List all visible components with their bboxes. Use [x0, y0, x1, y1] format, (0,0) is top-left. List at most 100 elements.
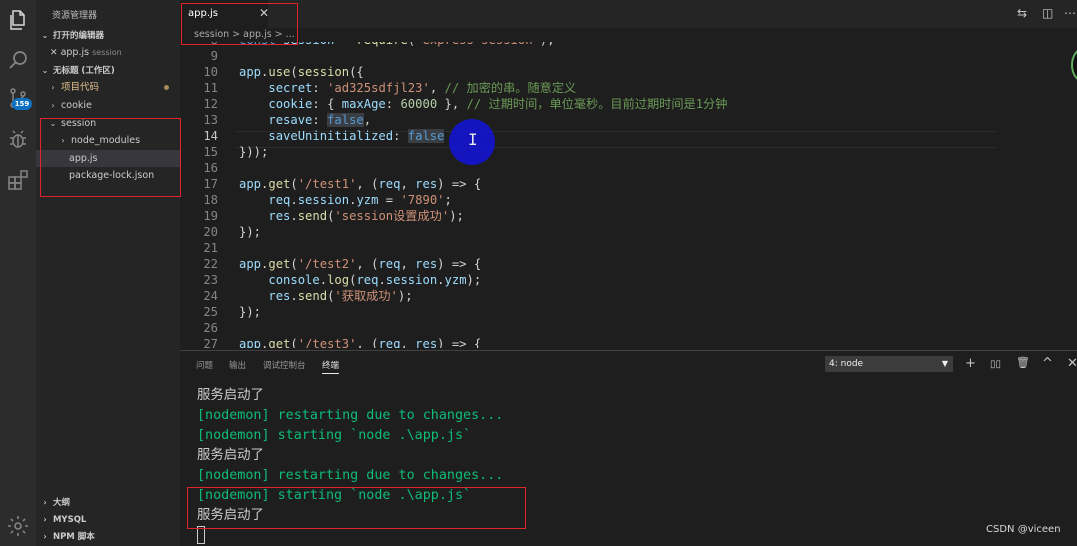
code-line[interactable]: 22 app.get('/test2', (req, res) => {	[180, 256, 1077, 272]
modified-indicator	[164, 85, 169, 90]
terminal-line: [nodemon] restarting due to changes...	[197, 468, 504, 483]
section-label: NPM 脚本	[52, 532, 95, 542]
maximize-panel-icon[interactable]: ^	[1042, 356, 1053, 371]
debug-icon[interactable]	[6, 128, 30, 152]
code-line[interactable]: 9	[180, 48, 1077, 64]
code-text: secret: 'ad325sdfjl23', // 加密的串。随意定义	[268, 81, 577, 95]
npm-scripts-section[interactable]: › NPM 脚本	[36, 528, 180, 545]
line-number: 12	[203, 97, 218, 111]
code-editor[interactable]: 8const session = require('express-sessio…	[180, 42, 1077, 348]
line-number: 19	[203, 209, 218, 223]
breadcrumb[interactable]: session > app.js > ...	[194, 29, 295, 40]
code-line[interactable]: 11 secret: 'ad325sdfjl23', // 加密的串。随意定义	[180, 80, 1077, 96]
code-line[interactable]: 19 res.send('session设置成功');	[180, 208, 1077, 224]
code-line[interactable]: 27 app.get('/test3', (req, res) => {	[180, 336, 1077, 348]
line-number: 17	[203, 177, 218, 191]
tree-item-session[interactable]: ⌄ session	[36, 115, 180, 132]
terminal-line: 服务启动了	[197, 388, 264, 403]
files-icon[interactable]	[6, 8, 30, 32]
explorer-title: 资源管理器	[52, 11, 98, 21]
terminal-select-value: 4: node	[829, 359, 864, 369]
tree-item-label: cookie	[61, 100, 92, 111]
tree-item-project-code[interactable]: › 项目代码	[36, 79, 180, 96]
tab-debug-console[interactable]: 调试控制台	[263, 359, 306, 371]
more-actions-icon[interactable]: ⋯	[1064, 6, 1076, 20]
tree-item-label: session	[61, 118, 97, 129]
bottom-panel: 问题 输出 调试控制台 终端 4: node ▼ + ▯▯ 🗑 ^ ✕ 服务启动…	[180, 350, 1077, 546]
close-panel-icon[interactable]: ✕	[1067, 356, 1077, 371]
code-line[interactable]: 17 app.get('/test1', (req, res) => {	[180, 176, 1077, 192]
code-line[interactable]: 14 saveUninitialized: false	[180, 128, 1077, 144]
terminal-line: [nodemon] restarting due to changes...	[197, 408, 504, 423]
split-terminal-icon[interactable]: ▯▯	[990, 359, 1001, 370]
code-text: }));	[239, 145, 269, 159]
extensions-icon[interactable]	[6, 168, 30, 192]
text-cursor-icon: I	[468, 130, 478, 149]
code-line[interactable]: 23 console.log(req.session.yzm);	[180, 272, 1077, 288]
search-icon[interactable]	[6, 48, 30, 72]
line-number: 13	[203, 113, 218, 127]
code-line[interactable]: 10 app.use(session({	[180, 64, 1077, 80]
code-line[interactable]: 24 res.send('获取成功');	[180, 288, 1077, 304]
tree-item-label: app.js	[69, 153, 98, 164]
tab-output[interactable]: 输出	[229, 359, 246, 371]
code-line[interactable]: 13 resave: false,	[180, 112, 1077, 128]
tab-terminal[interactable]: 终端	[322, 359, 340, 374]
tree-item-package-lock[interactable]: package-lock.json	[36, 167, 180, 184]
code-text: });	[239, 305, 262, 319]
tab-label: app.js	[188, 8, 218, 19]
tree-item-label: node_modules	[71, 135, 141, 146]
code-line[interactable]: 20});	[180, 224, 1077, 240]
chevron-right-icon: ›	[43, 515, 47, 524]
chevron-right-icon: ›	[51, 83, 55, 92]
line-number: 10	[203, 65, 218, 79]
tree-item-app-js[interactable]: app.js	[36, 150, 180, 167]
line-number: 25	[203, 305, 218, 319]
trash-icon[interactable]: 🗑	[1016, 356, 1030, 369]
workspace-section[interactable]: ⌄ 无标题 (工作区)	[36, 62, 180, 79]
chevron-down-icon: ⌄	[41, 66, 49, 75]
editor-tab-bar: app.js ✕ ⇆ ◫ ⋯	[180, 0, 1077, 28]
close-icon[interactable]: ✕	[259, 6, 269, 20]
scm-badge: 159	[12, 98, 32, 110]
compare-icon[interactable]: ⇆	[1017, 6, 1027, 20]
tab-app-js[interactable]: app.js ✕	[180, 0, 269, 28]
code-line[interactable]: 25});	[180, 304, 1077, 320]
terminal-line: 服务启动了	[197, 448, 264, 463]
code-line[interactable]: 15}));	[180, 144, 1077, 160]
code-line[interactable]: 16	[180, 160, 1077, 176]
code-text: res.send('获取成功');	[268, 289, 413, 303]
code-line[interactable]: 21	[180, 240, 1077, 256]
code-line[interactable]: 12 cookie: { maxAge: 60000 }, // 过期时间，单位…	[180, 96, 1077, 112]
code-text: app.get('/test2', (req, res) => {	[239, 257, 482, 271]
tree-item-label: package-lock.json	[69, 170, 155, 181]
outline-section[interactable]: › 大纲	[36, 494, 180, 511]
line-number: 9	[210, 49, 218, 63]
close-icon[interactable]: ✕	[50, 48, 58, 58]
mysql-section[interactable]: › MYSQL	[36, 511, 180, 528]
code-text: res.send('session设置成功');	[268, 209, 464, 223]
line-number: 18	[203, 193, 218, 207]
gear-icon[interactable]	[6, 514, 30, 538]
line-number: 16	[203, 161, 218, 175]
line-number: 21	[203, 241, 218, 255]
chevron-right-icon: ›	[51, 101, 55, 110]
line-number: 23	[203, 273, 218, 287]
code-line[interactable]: 18 req.session.yzm = '7890';	[180, 192, 1077, 208]
open-editor-item[interactable]: ✕ app.js session	[36, 44, 180, 61]
code-line[interactable]: 26	[180, 320, 1077, 336]
chevron-right-icon: ›	[61, 136, 65, 145]
watermark: CSDN @viceen	[986, 524, 1061, 535]
new-terminal-icon[interactable]: +	[965, 356, 976, 371]
line-number: 20	[203, 225, 218, 239]
line-number: 15	[203, 145, 218, 159]
tree-item-cookie[interactable]: › cookie	[36, 97, 180, 114]
activity-bar: 159	[0, 0, 36, 546]
terminal-select[interactable]: 4: node ▼	[825, 356, 953, 372]
split-editor-icon[interactable]: ◫	[1042, 6, 1053, 20]
chevron-right-icon: ›	[43, 498, 47, 507]
tab-problems[interactable]: 问题	[196, 359, 213, 371]
code-text: app.get('/test3', (req, res) => {	[239, 337, 482, 348]
open-editors-section[interactable]: ⌄ 打开的编辑器	[36, 27, 180, 44]
tree-item-node-modules[interactable]: › node_modules	[36, 132, 180, 149]
